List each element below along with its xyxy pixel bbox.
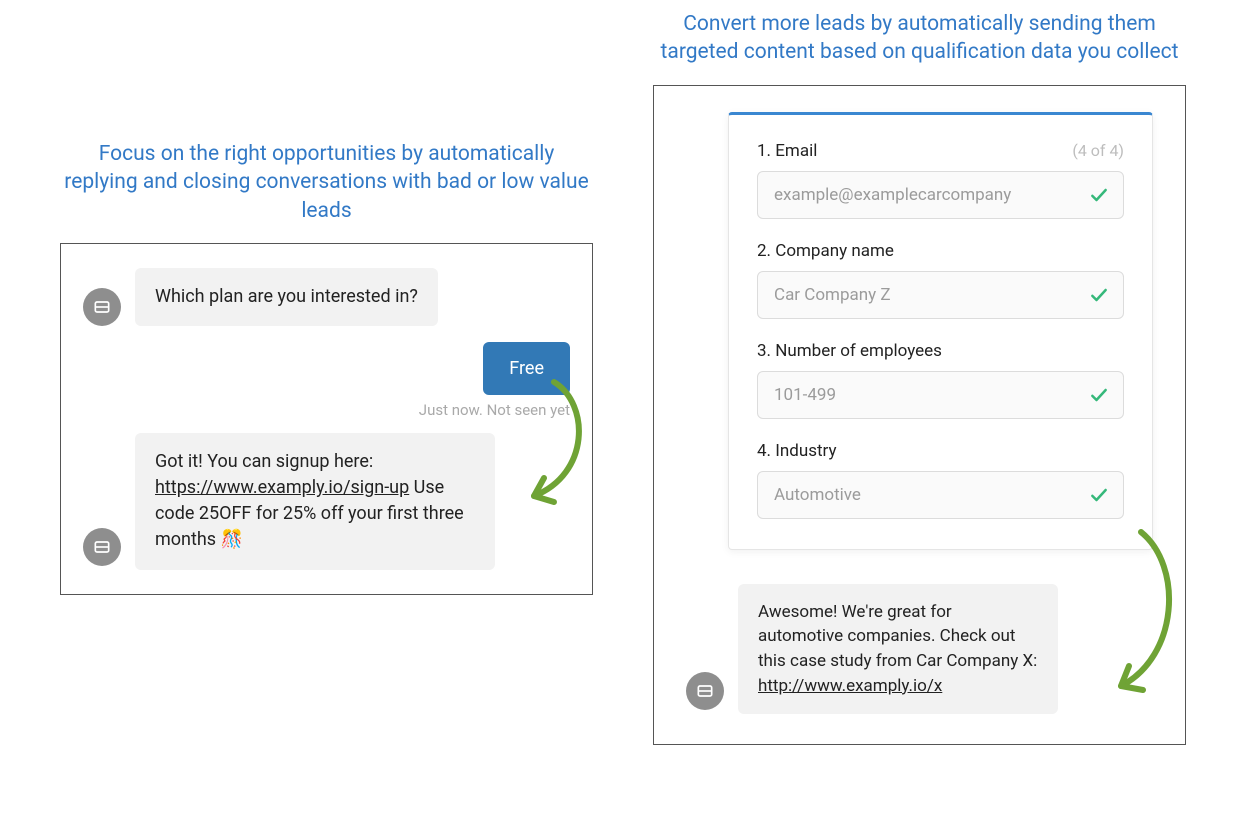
right-panel: 1. Email (4 of 4) example@examplecarcomp…: [653, 85, 1186, 746]
bot-question-row: Which plan are you interested in?: [83, 268, 570, 326]
field-label: 3. Number of employees: [757, 341, 942, 361]
signup-link[interactable]: https://www.examply.io/sign-up: [155, 477, 409, 498]
check-icon: [1089, 285, 1109, 305]
check-icon: [1089, 185, 1109, 205]
field-industry: 4. Industry Automotive: [757, 441, 1124, 519]
bot-avatar-icon: [686, 672, 724, 710]
check-icon: [1089, 485, 1109, 505]
bot-reply-bubble: Awesome! We're great for automotive comp…: [738, 584, 1058, 715]
input-value: Car Company Z: [774, 285, 1077, 305]
qualification-form: 1. Email (4 of 4) example@examplecarcomp…: [728, 112, 1153, 550]
right-headline: Convert more leads by automatically send…: [653, 10, 1186, 67]
industry-input[interactable]: Automotive: [757, 471, 1124, 519]
bot-reply-row: Awesome! We're great for automotive comp…: [686, 584, 1163, 715]
bot-followup-row: Got it! You can signup here: https://www…: [83, 433, 570, 569]
step-counter: (4 of 4): [1072, 141, 1124, 160]
user-reply-bubble[interactable]: Free: [483, 342, 570, 395]
field-employees: 3. Number of employees 101-499: [757, 341, 1124, 419]
bot-reply-pre: Awesome! We're great for automotive comp…: [758, 602, 1037, 671]
field-email: 1. Email (4 of 4) example@examplecarcomp…: [757, 141, 1124, 219]
email-input[interactable]: example@examplecarcompany: [757, 171, 1124, 219]
bot-avatar-icon: [83, 528, 121, 566]
field-company: 2. Company name Car Company Z: [757, 241, 1124, 319]
bot-followup-bubble: Got it! You can signup here: https://www…: [135, 433, 495, 569]
left-headline: Focus on the right opportunities by auto…: [60, 140, 593, 225]
case-study-link[interactable]: http://www.examply.io/x: [758, 676, 942, 696]
field-label: 1. Email: [757, 141, 817, 161]
input-value: 101-499: [774, 385, 1077, 405]
employees-input[interactable]: 101-499: [757, 371, 1124, 419]
field-label: 4. Industry: [757, 441, 837, 461]
check-icon: [1089, 385, 1109, 405]
field-label: 2. Company name: [757, 241, 894, 261]
left-column: Focus on the right opportunities by auto…: [60, 10, 593, 595]
left-panel: Which plan are you interested in? Free J…: [60, 243, 593, 594]
input-value: Automotive: [774, 485, 1077, 505]
user-reply-row: Free: [83, 342, 570, 395]
message-meta: Just now. Not seen yet: [83, 401, 570, 419]
right-column: Convert more leads by automatically send…: [653, 10, 1186, 745]
input-value: example@examplecarcompany: [774, 185, 1077, 205]
bot-followup-pre: Got it! You can signup here:: [155, 451, 373, 472]
bot-avatar-icon: [83, 288, 121, 326]
company-input[interactable]: Car Company Z: [757, 271, 1124, 319]
bot-question-bubble: Which plan are you interested in?: [135, 268, 438, 326]
